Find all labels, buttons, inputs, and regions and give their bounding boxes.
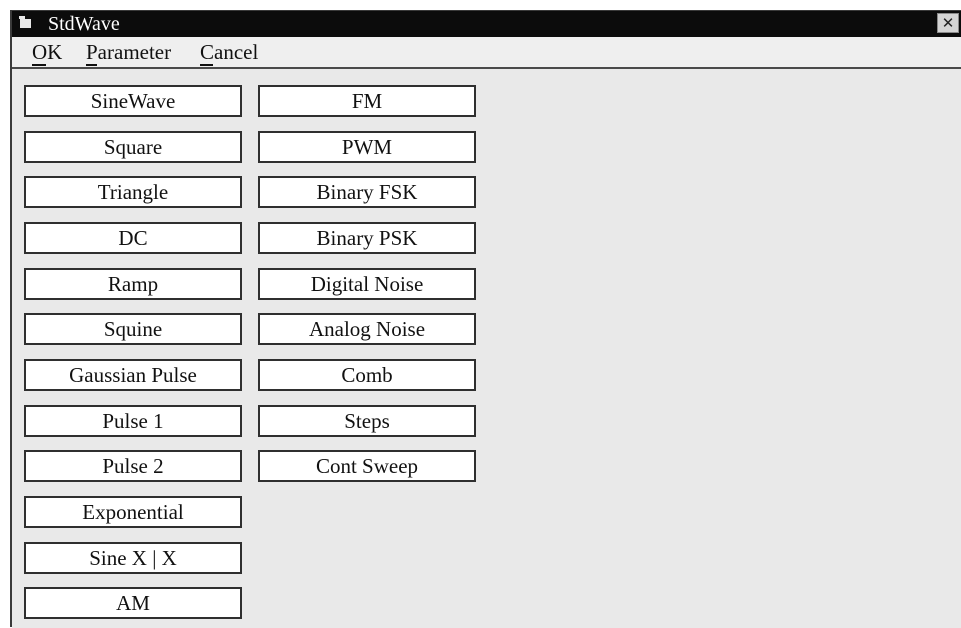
binary-psk-button[interactable]: Binary PSK [258,222,476,254]
digital-noise-button[interactable]: Digital Noise [258,268,476,300]
binary-fsk-button[interactable]: Binary FSK [258,176,476,208]
sine-x-x-button[interactable]: Sine X | X [24,542,242,574]
fm-button[interactable]: FM [258,85,476,117]
menu-parameter-mnemonic [86,64,97,66]
window-title: StdWave [48,13,120,35]
menu-cancel-label: Cancel [200,40,259,64]
square-button[interactable]: Square [24,131,242,163]
triangle-button[interactable]: Triangle [24,176,242,208]
comb-button[interactable]: Comb [258,359,476,391]
sinewave-button[interactable]: SineWave [24,85,242,117]
close-button[interactable]: ✕ [937,13,959,33]
pwm-button[interactable]: PWM [258,131,476,163]
menu-ok[interactable]: OK [32,39,63,66]
exponential-button[interactable]: Exponential [24,496,242,528]
menu-bar: OK Parameter Cancel [12,37,961,69]
gaussian-pulse-button[interactable]: Gaussian Pulse [24,359,242,391]
menu-ok-label: OK [32,40,63,64]
stdwave-window: StdWave ✕ OK Parameter Cancel SineWave S… [10,10,961,628]
window-app-icon[interactable] [19,16,31,28]
pulse-2-button[interactable]: Pulse 2 [24,450,242,482]
menu-parameter[interactable]: Parameter [86,39,172,66]
menu-cancel[interactable]: Cancel [200,39,259,66]
steps-button[interactable]: Steps [258,405,476,437]
cont-sweep-button[interactable]: Cont Sweep [258,450,476,482]
analog-noise-button[interactable]: Analog Noise [258,313,476,345]
pulse-1-button[interactable]: Pulse 1 [24,405,242,437]
squine-button[interactable]: Squine [24,313,242,345]
menu-ok-mnemonic [32,64,46,66]
title-bar[interactable]: StdWave ✕ [12,11,961,37]
waveform-button-panel: SineWave Square Triangle DC Ramp Squine … [12,69,961,628]
am-button[interactable]: AM [24,587,242,619]
menu-parameter-label: Parameter [86,40,172,64]
ramp-button[interactable]: Ramp [24,268,242,300]
menu-cancel-mnemonic [200,64,213,66]
dc-button[interactable]: DC [24,222,242,254]
